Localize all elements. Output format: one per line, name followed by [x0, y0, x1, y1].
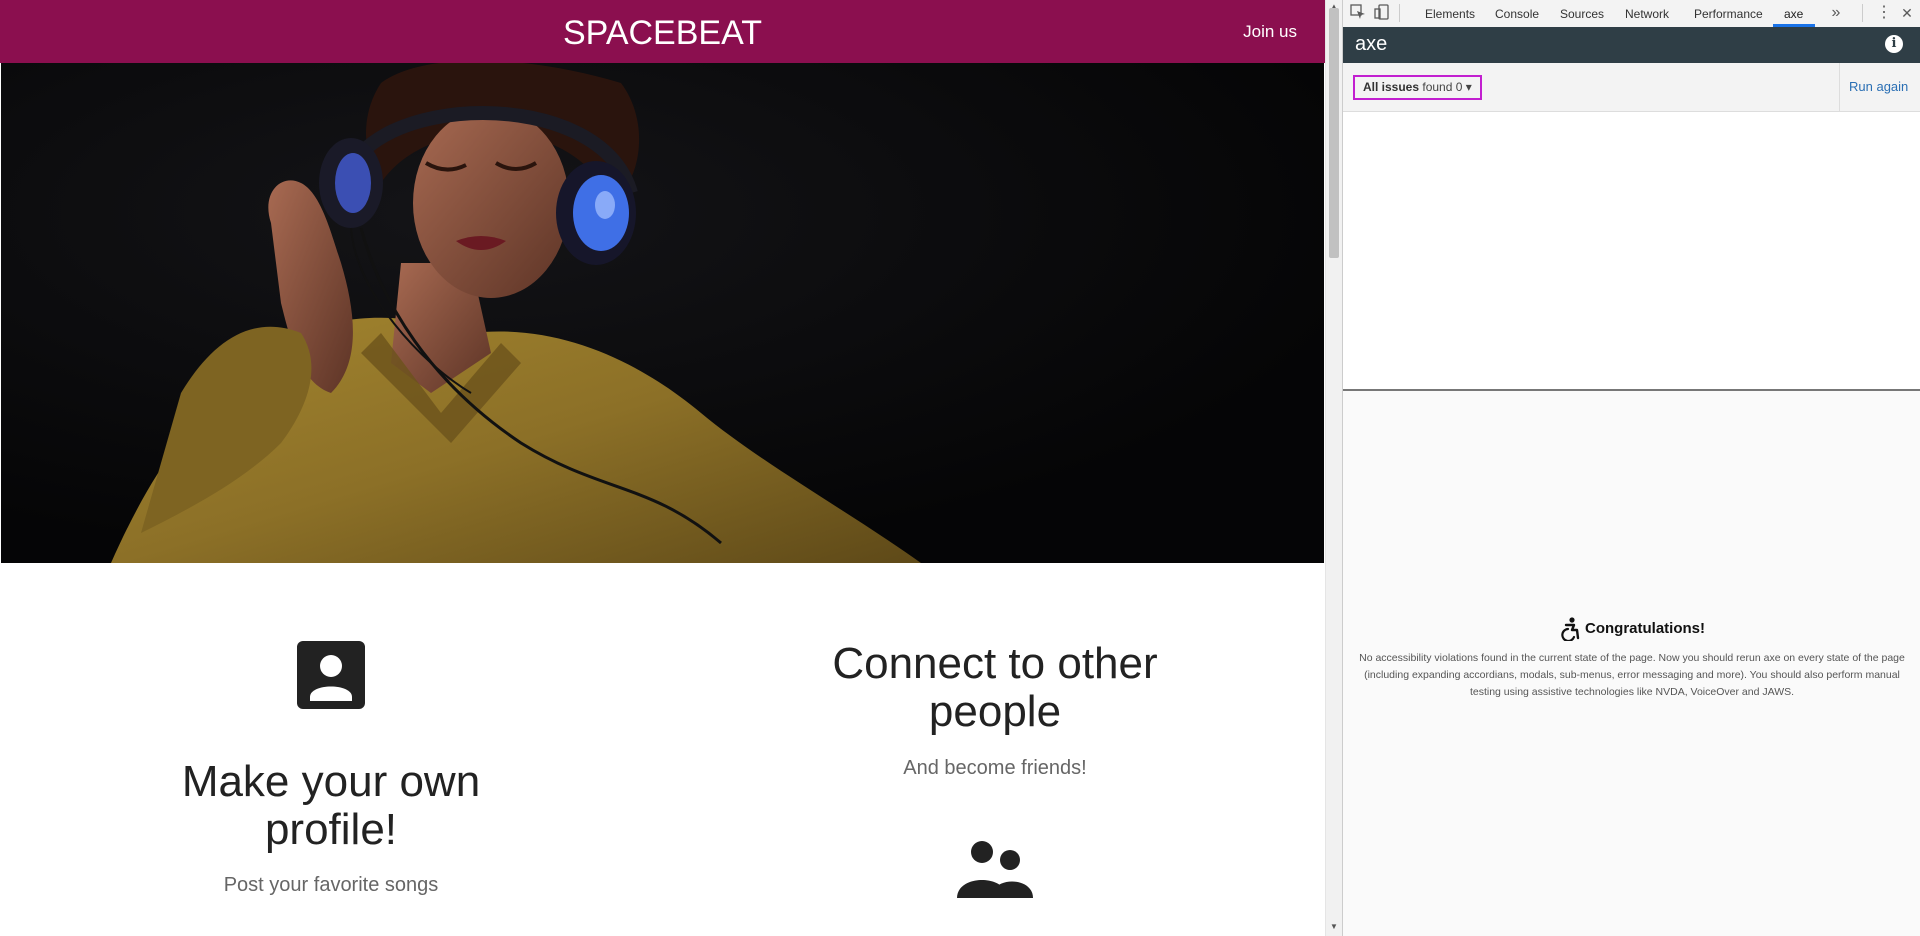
join-us-link[interactable]: Join us	[1243, 22, 1297, 42]
accessibility-icon	[1559, 617, 1581, 643]
devtools-panel: Elements Console Sources Network Perform…	[1342, 0, 1920, 936]
tab-elements[interactable]: Elements	[1425, 7, 1475, 21]
issues-filter-dropdown[interactable]: All issues found 0 ▾	[1353, 75, 1482, 100]
toolbar-divider	[1862, 4, 1863, 22]
close-devtools-icon[interactable]: ✕	[1898, 4, 1916, 22]
feature-title-profile: Make your own profile!	[181, 757, 481, 854]
axe-results-list	[1343, 112, 1920, 391]
info-icon[interactable]: i	[1885, 35, 1903, 53]
feature-title-connect: Connect to other people	[832, 639, 1158, 736]
more-tabs-icon[interactable]: »	[1827, 4, 1845, 22]
congratulations-heading: Congratulations!	[1343, 617, 1920, 643]
feature-subtitle-connect: And become friends!	[903, 757, 1087, 779]
run-again-button[interactable]: Run again	[1849, 79, 1908, 94]
people-icon	[955, 840, 1035, 898]
page-scrollbar[interactable]: ▲ ▼	[1325, 0, 1343, 936]
issues-found-count: found 0	[1422, 80, 1463, 94]
inspect-element-icon[interactable]	[1349, 4, 1367, 22]
tab-axe[interactable]: axe	[1784, 7, 1803, 21]
feature-subtitle-profile: Post your favorite songs	[223, 874, 439, 896]
devtools-menu-icon[interactable]: ⋮	[1875, 4, 1893, 22]
devtools-tab-bar: Elements Console Sources Network Perform…	[1343, 0, 1920, 28]
axe-title: axe	[1355, 33, 1388, 55]
tab-network[interactable]: Network	[1625, 7, 1669, 21]
web-page: SPACEBEAT Join us Make your own profile!…	[0, 0, 1325, 936]
congratulations-title: Congratulations!	[1585, 619, 1705, 637]
site-brand[interactable]: SPACEBEAT	[0, 14, 1325, 53]
issues-filter-label: All issues	[1363, 80, 1420, 94]
hero-image	[1, 63, 1324, 563]
toolbar-divider	[1839, 63, 1840, 111]
tab-sources[interactable]: Sources	[1560, 7, 1604, 21]
axe-toolbar: All issues found 0 ▾ Run again	[1343, 63, 1920, 112]
tab-performance[interactable]: Performance	[1694, 7, 1763, 21]
axe-header: axe i	[1343, 27, 1920, 63]
scrollbar-thumb[interactable]	[1329, 8, 1339, 258]
person-icon	[297, 641, 365, 709]
scroll-down-arrow[interactable]: ▼	[1330, 922, 1338, 931]
site-header: SPACEBEAT Join us	[0, 0, 1325, 63]
axe-details-panel: Congratulations! No accessibility violat…	[1343, 391, 1920, 936]
chevron-down-icon: ▾	[1465, 80, 1472, 94]
device-toolbar-icon[interactable]	[1373, 4, 1391, 22]
hero-photo-illustration	[1, 63, 1324, 563]
tab-console[interactable]: Console	[1495, 7, 1539, 21]
congratulations-message: No accessibility violations found in the…	[1359, 652, 1905, 698]
toolbar-divider	[1399, 4, 1400, 22]
